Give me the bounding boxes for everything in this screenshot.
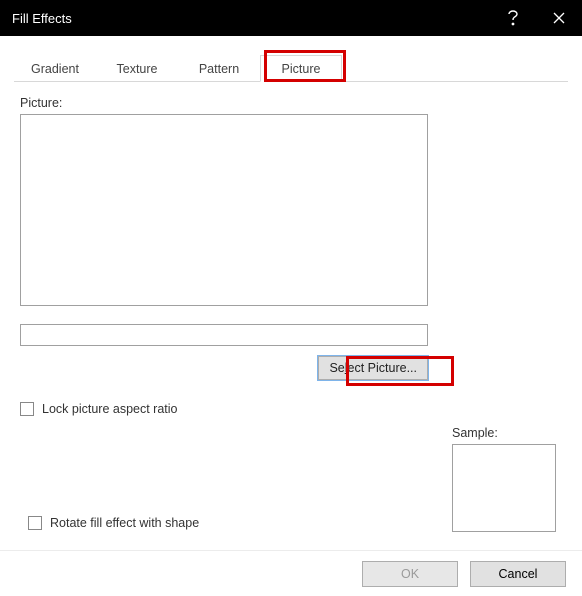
ok-button: OK <box>362 561 458 587</box>
tab-gradient[interactable]: Gradient <box>14 55 96 82</box>
tab-label: Texture <box>117 62 158 76</box>
close-button[interactable] <box>536 0 582 36</box>
tab-picture[interactable]: Picture <box>260 55 342 82</box>
rotate-fill-checkbox[interactable]: Rotate fill effect with shape <box>28 516 199 530</box>
sample-preview <box>452 444 556 532</box>
sample-label: Sample: <box>452 426 498 440</box>
picture-path-input[interactable] <box>20 324 428 346</box>
tab-pattern[interactable]: Pattern <box>178 55 260 82</box>
lock-aspect-label: Lock picture aspect ratio <box>42 402 178 416</box>
lock-aspect-checkbox[interactable]: Lock picture aspect ratio <box>20 402 562 416</box>
cancel-button[interactable]: Cancel <box>470 561 566 587</box>
tab-strip: Gradient Texture Pattern Picture <box>14 54 568 82</box>
tab-label: Gradient <box>31 62 79 76</box>
window-title: Fill Effects <box>12 11 490 26</box>
checkbox-icon <box>20 402 34 416</box>
titlebar: Fill Effects <box>0 0 582 36</box>
picture-preview <box>20 114 428 306</box>
picture-label: Picture: <box>20 96 562 110</box>
dialog-footer: OK Cancel <box>0 550 582 596</box>
tab-label: Pattern <box>199 62 239 76</box>
checkbox-icon <box>28 516 42 530</box>
help-button[interactable] <box>490 0 536 36</box>
tab-texture[interactable]: Texture <box>96 55 178 82</box>
select-picture-button[interactable]: Select Picture... <box>318 356 428 380</box>
rotate-fill-label: Rotate fill effect with shape <box>50 516 199 530</box>
tab-label: Picture <box>282 62 321 76</box>
